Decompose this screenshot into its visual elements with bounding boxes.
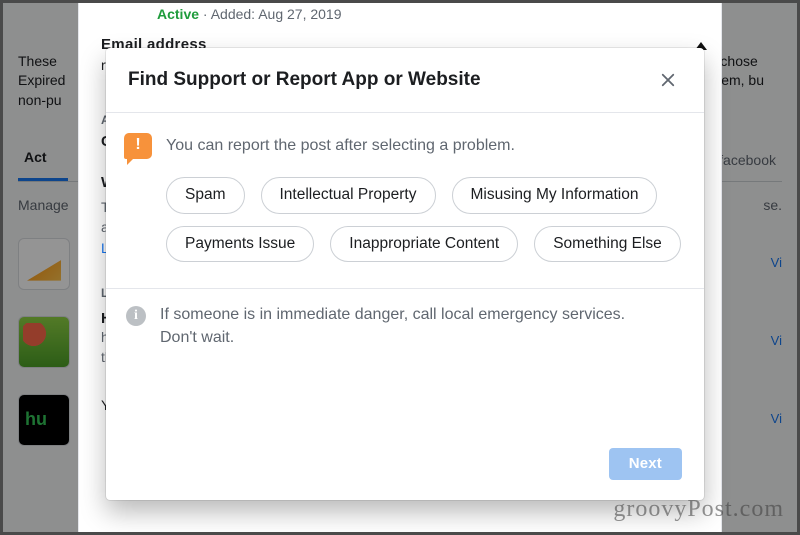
option-misusing-my-information[interactable]: Misusing My Information: [452, 177, 658, 214]
emergency-text: If someone is in immediate danger, call …: [160, 303, 640, 349]
report-bubble-icon: !: [124, 133, 152, 159]
option-something-else[interactable]: Something Else: [534, 226, 681, 263]
dialog-footer: Next: [106, 444, 704, 500]
under-app-status: Active: [157, 6, 199, 22]
option-inappropriate-content[interactable]: Inappropriate Content: [330, 226, 518, 263]
option-payments-issue[interactable]: Payments Issue: [166, 226, 314, 263]
option-intellectual-property[interactable]: Intellectual Property: [261, 177, 436, 214]
emergency-row: i If someone is in immediate danger, cal…: [124, 303, 682, 357]
dialog-body: ! You can report the post after selectin…: [106, 113, 704, 444]
prompt-text: You can report the post after selecting …: [166, 131, 515, 157]
option-spam[interactable]: Spam: [166, 177, 245, 214]
next-button[interactable]: Next: [609, 448, 682, 480]
close-icon: [659, 71, 677, 89]
dialog-title: Find Support or Report App or Website: [128, 69, 481, 91]
info-icon: i: [126, 306, 146, 326]
report-dialog: Find Support or Report App or Website ! …: [106, 48, 704, 500]
prompt-row: ! You can report the post after selectin…: [124, 131, 682, 159]
under-app-added: · Added: Aug 27, 2019: [203, 6, 342, 22]
close-button[interactable]: [654, 66, 682, 94]
problem-options: Spam Intellectual Property Misusing My I…: [166, 177, 682, 262]
divider: [106, 288, 704, 289]
dialog-header: Find Support or Report App or Website: [106, 48, 704, 113]
